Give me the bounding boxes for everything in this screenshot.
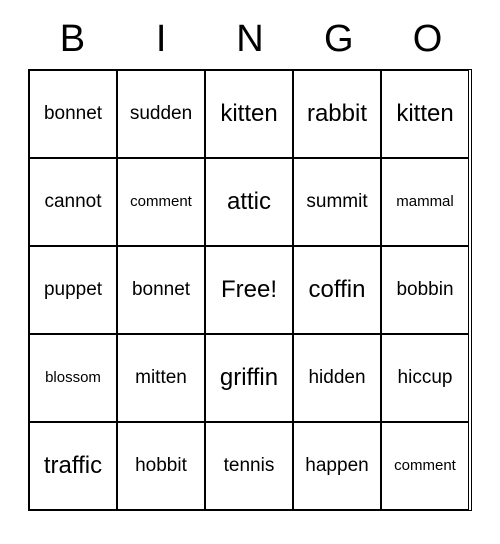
bingo-cell[interactable]: coffin <box>293 246 381 334</box>
cell-text: tennis <box>222 454 277 479</box>
bingo-cell[interactable]: blossom <box>29 334 117 422</box>
bingo-cell[interactable]: happen <box>293 422 381 510</box>
cell-text: kitten <box>218 99 279 129</box>
cell-text: hiccup <box>396 366 455 391</box>
cell-text: attic <box>225 187 273 217</box>
bingo-cell[interactable]: kitten <box>381 70 469 158</box>
bingo-cell[interactable]: bonnet <box>117 246 205 334</box>
bingo-cell[interactable]: comment <box>117 158 205 246</box>
cell-text: coffin <box>307 275 368 305</box>
cell-text: mitten <box>133 366 189 391</box>
cell-text: blossom <box>43 368 103 389</box>
bingo-grid: bonnet sudden kitten rabbit kitten canno… <box>28 69 472 511</box>
cell-text: summit <box>304 190 369 215</box>
bingo-cell[interactable]: mitten <box>117 334 205 422</box>
bingo-cell[interactable]: hidden <box>293 334 381 422</box>
header-letter-o: O <box>384 18 472 61</box>
cell-text: bonnet <box>42 102 104 127</box>
cell-text: mammal <box>394 192 456 213</box>
bingo-cell[interactable]: tennis <box>205 422 293 510</box>
header-letter-b: B <box>28 18 116 61</box>
bingo-cell[interactable]: puppet <box>29 246 117 334</box>
cell-text: bobbin <box>394 278 455 303</box>
bingo-cell[interactable]: bonnet <box>29 70 117 158</box>
bingo-cell[interactable]: comment <box>381 422 469 510</box>
bingo-cell[interactable]: hobbit <box>117 422 205 510</box>
bingo-cell[interactable]: rabbit <box>293 70 381 158</box>
cell-text: comment <box>392 456 458 477</box>
header-letter-i: I <box>117 18 205 61</box>
cell-text: cannot <box>42 190 103 215</box>
bingo-cell[interactable]: kitten <box>205 70 293 158</box>
cell-text: traffic <box>42 451 104 481</box>
bingo-cell[interactable]: attic <box>205 158 293 246</box>
bingo-cell[interactable]: summit <box>293 158 381 246</box>
cell-text: Free! <box>219 275 279 305</box>
header-letter-g: G <box>295 18 383 61</box>
cell-text: griffin <box>218 363 280 393</box>
bingo-cell[interactable]: cannot <box>29 158 117 246</box>
cell-text: rabbit <box>305 99 369 129</box>
bingo-cell[interactable]: bobbin <box>381 246 469 334</box>
cell-text: kitten <box>394 99 455 129</box>
bingo-cell[interactable]: hiccup <box>381 334 469 422</box>
cell-text: happen <box>303 454 370 479</box>
cell-text: comment <box>128 192 194 213</box>
header-letter-n: N <box>206 18 294 61</box>
cell-text: hidden <box>306 366 367 391</box>
bingo-cell-free[interactable]: Free! <box>205 246 293 334</box>
cell-text: hobbit <box>133 454 189 479</box>
bingo-cell[interactable]: traffic <box>29 422 117 510</box>
cell-text: puppet <box>42 278 104 303</box>
cell-text: bonnet <box>130 278 192 303</box>
bingo-cell[interactable]: griffin <box>205 334 293 422</box>
bingo-header: B I N G O <box>28 18 472 61</box>
cell-text: sudden <box>128 102 194 127</box>
bingo-cell[interactable]: mammal <box>381 158 469 246</box>
bingo-cell[interactable]: sudden <box>117 70 205 158</box>
